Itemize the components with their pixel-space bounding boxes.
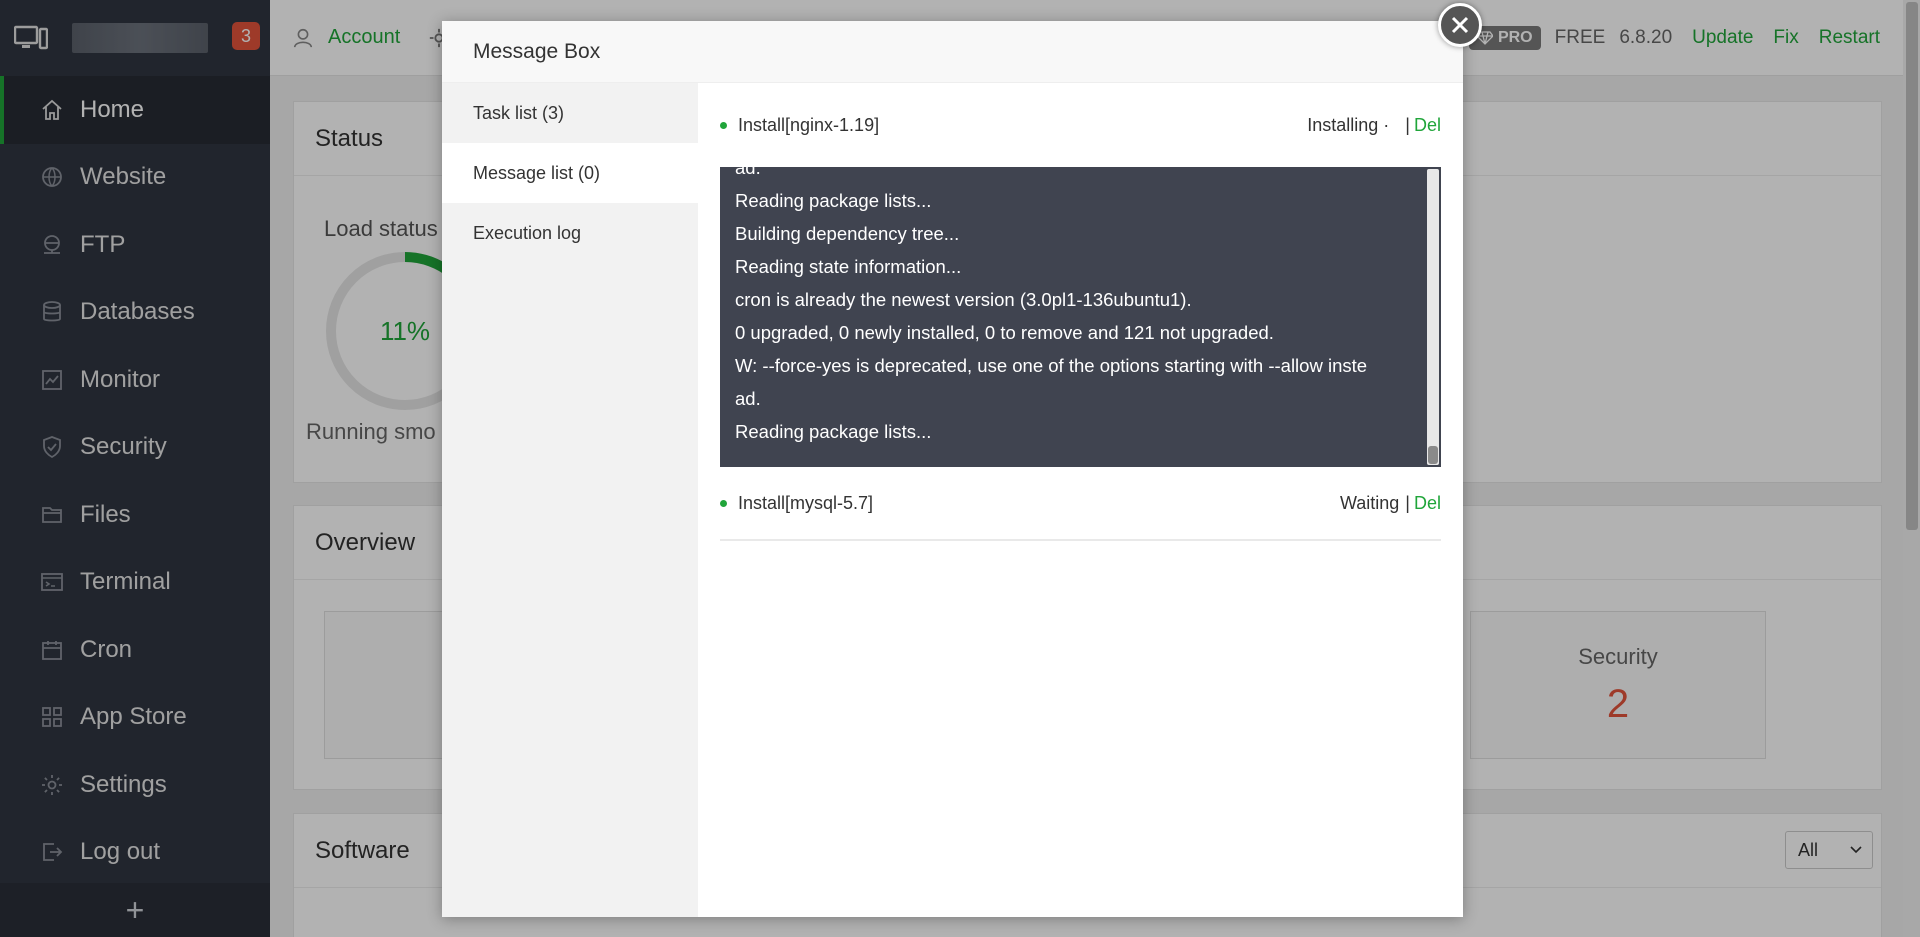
delete-task-button[interactable]: Del	[1414, 493, 1441, 514]
status-dot	[720, 499, 727, 507]
modal-title: Message Box	[442, 21, 1463, 83]
tab-execution-log[interactable]: Execution log	[442, 203, 698, 263]
install-log-console[interactable]: ad. Reading package lists... Building de…	[720, 167, 1441, 467]
console-lines: ad. Reading package lists... Building de…	[735, 167, 1417, 448]
console-line: Reading package lists...	[735, 421, 932, 442]
console-line: W: --force-yes is deprecated, use one of…	[735, 355, 1368, 376]
console-line: 0 upgraded, 0 newly installed, 0 to remo…	[735, 322, 1274, 343]
task-row: Install[nginx-1.19] Installing · | Del	[720, 83, 1441, 167]
delete-task-button[interactable]: Del	[1414, 115, 1441, 136]
status-dot	[720, 121, 727, 129]
separator: |	[1405, 114, 1410, 135]
console-line: cron is already the newest version (3.0p…	[735, 289, 1192, 310]
task-actions: Installing · | Del	[1307, 115, 1441, 136]
task-status: Installing ·	[1307, 114, 1390, 135]
task-actions: Waiting | Del	[1340, 493, 1441, 514]
tab-message-list[interactable]: Message list (0)	[442, 143, 698, 203]
task-row: Install[mysql-5.7] Waiting | Del	[720, 467, 1441, 541]
message-box-modal: Message Box Task list (3) Message list (…	[442, 21, 1463, 917]
console-line: ad.	[735, 388, 761, 409]
task-status: Waiting	[1339, 492, 1400, 513]
tab-task-list[interactable]: Task list (3)	[442, 83, 698, 143]
modal-tabs: Task list (3) Message list (0) Execution…	[442, 83, 698, 917]
task-name: Install[mysql-5.7]	[738, 492, 874, 513]
console-line: Building dependency tree...	[735, 223, 960, 244]
console-line: ad.	[735, 167, 761, 178]
task-list: Install[nginx-1.19] Installing · | Del a…	[720, 83, 1441, 917]
console-scrollbar[interactable]	[1427, 169, 1439, 465]
close-modal-button[interactable]	[1438, 3, 1482, 47]
close-icon	[1451, 16, 1469, 34]
console-line: Reading package lists...	[735, 190, 932, 211]
separator: |	[1405, 492, 1410, 513]
console-line: Reading state information...	[735, 256, 962, 277]
task-name: Install[nginx-1.19]	[738, 114, 880, 135]
